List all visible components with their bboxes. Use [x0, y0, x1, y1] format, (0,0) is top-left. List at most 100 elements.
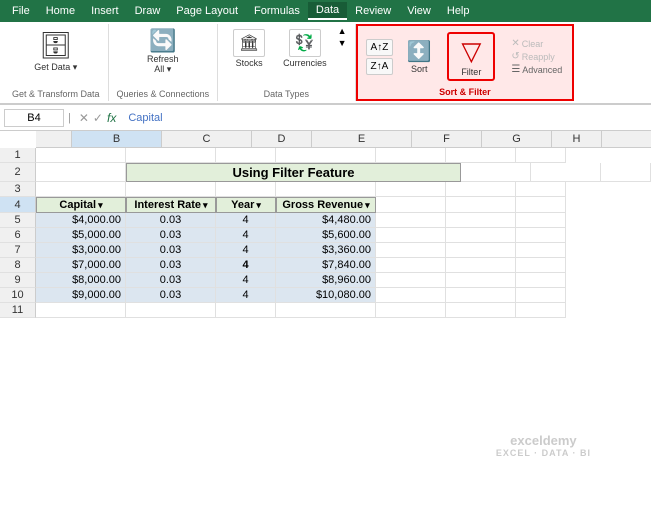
menu-data[interactable]: Data — [308, 2, 347, 20]
cell-b2[interactable] — [36, 163, 126, 182]
cell-c10[interactable]: 0.03 — [126, 288, 216, 303]
cell-b9[interactable]: $8,000.00 — [36, 273, 126, 288]
year-dropdown[interactable]: ▾ — [256, 200, 261, 211]
cell-b3[interactable] — [36, 182, 126, 197]
capital-dropdown[interactable]: ▾ — [98, 200, 103, 211]
sort-az-button[interactable]: A↑Z — [366, 39, 394, 56]
data-type-up[interactable]: ▲ — [338, 26, 347, 36]
cell-d1[interactable] — [216, 148, 276, 163]
cell-f1[interactable] — [376, 148, 446, 163]
interest-rate-dropdown[interactable]: ▾ — [203, 200, 208, 211]
cell-h2[interactable] — [601, 163, 651, 182]
cell-b1[interactable] — [36, 148, 126, 163]
data-type-down[interactable]: ▼ — [338, 38, 347, 48]
cell-e11[interactable] — [276, 303, 376, 318]
cell-h4[interactable] — [516, 197, 566, 213]
cell-b7[interactable]: $3,000.00 — [36, 243, 126, 258]
header-year[interactable]: Year ▾ — [216, 197, 276, 213]
menu-view[interactable]: View — [399, 3, 439, 19]
filter-button[interactable]: ▽ Filter — [447, 32, 495, 81]
cell-e8[interactable]: $7,840.00 — [276, 258, 376, 273]
cell-d10[interactable]: 4 — [216, 288, 276, 303]
cell-e1[interactable] — [276, 148, 376, 163]
cell-b10[interactable]: $9,000.00 — [36, 288, 126, 303]
header-interest-rate[interactable]: Interest Rate ▾ — [126, 197, 216, 213]
col-header-g[interactable]: G — [482, 131, 552, 147]
cell-d3[interactable] — [216, 182, 276, 197]
cell-c3[interactable] — [126, 182, 216, 197]
cell-ref-box[interactable]: B4 — [4, 109, 64, 127]
cell-f5[interactable] — [376, 213, 446, 228]
cell-f3[interactable] — [376, 182, 446, 197]
reapply-button[interactable]: ↺ Reapply — [509, 50, 564, 63]
cell-b6[interactable]: $5,000.00 — [36, 228, 126, 243]
cell-f4[interactable] — [376, 197, 446, 213]
cell-h5[interactable] — [516, 213, 566, 228]
formula-confirm-icon[interactable]: ✓ — [93, 111, 103, 125]
get-data-button[interactable]: 🗄 Get Data ▾ — [27, 26, 84, 76]
cell-d6[interactable]: 4 — [216, 228, 276, 243]
cell-e5[interactable]: $4,480.00 — [276, 213, 376, 228]
cell-e6[interactable]: $5,600.00 — [276, 228, 376, 243]
cell-g7[interactable] — [446, 243, 516, 258]
cell-h3[interactable] — [516, 182, 566, 197]
cell-g9[interactable] — [446, 273, 516, 288]
cell-c5[interactable]: 0.03 — [126, 213, 216, 228]
cell-g1[interactable] — [446, 148, 516, 163]
col-header-h[interactable]: H — [552, 131, 602, 147]
cell-d5[interactable]: 4 — [216, 213, 276, 228]
cell-d11[interactable] — [216, 303, 276, 318]
cell-b8[interactable]: $7,000.00 — [36, 258, 126, 273]
col-header-f[interactable]: F — [412, 131, 482, 147]
col-header-b[interactable]: B — [72, 131, 162, 147]
cell-g4[interactable] — [446, 197, 516, 213]
cell-h7[interactable] — [516, 243, 566, 258]
sort-za-button[interactable]: Z↑A — [366, 58, 394, 75]
cell-c1[interactable] — [126, 148, 216, 163]
formula-fx-icon[interactable]: fx — [107, 111, 116, 125]
cell-e3[interactable] — [276, 182, 376, 197]
cell-d8[interactable]: 4 — [216, 258, 276, 273]
clear-button[interactable]: ✕ Clear — [509, 37, 564, 50]
menu-formulas[interactable]: Formulas — [246, 3, 308, 19]
formula-cancel-icon[interactable]: ✕ — [79, 111, 89, 125]
cell-g5[interactable] — [446, 213, 516, 228]
header-capital[interactable]: Capital ▾ — [36, 197, 126, 213]
sort-button[interactable]: ↕️ Sort — [399, 36, 439, 77]
cell-b11[interactable] — [36, 303, 126, 318]
advanced-button[interactable]: ☰ Advanced — [509, 63, 564, 76]
cell-c9[interactable]: 0.03 — [126, 273, 216, 288]
cell-f8[interactable] — [376, 258, 446, 273]
cell-h1[interactable] — [516, 148, 566, 163]
cell-c8[interactable]: 0.03 — [126, 258, 216, 273]
cell-h9[interactable] — [516, 273, 566, 288]
menu-insert[interactable]: Insert — [83, 3, 127, 19]
cell-f11[interactable] — [376, 303, 446, 318]
menu-home[interactable]: Home — [38, 3, 83, 19]
menu-file[interactable]: File — [4, 3, 38, 19]
cell-h11[interactable] — [516, 303, 566, 318]
cell-h6[interactable] — [516, 228, 566, 243]
cell-c11[interactable] — [126, 303, 216, 318]
cell-h10[interactable] — [516, 288, 566, 303]
stocks-button[interactable]: 🏛 Stocks — [226, 26, 272, 71]
cell-b5[interactable]: $4,000.00 — [36, 213, 126, 228]
menu-review[interactable]: Review — [347, 3, 399, 19]
gross-revenue-dropdown[interactable]: ▾ — [365, 200, 370, 211]
col-header-e[interactable]: E — [312, 131, 412, 147]
cell-f10[interactable] — [376, 288, 446, 303]
cell-f7[interactable] — [376, 243, 446, 258]
cell-d9[interactable]: 4 — [216, 273, 276, 288]
cell-g11[interactable] — [446, 303, 516, 318]
col-header-c[interactable]: C — [162, 131, 252, 147]
menu-page-layout[interactable]: Page Layout — [168, 3, 246, 19]
cell-h8[interactable] — [516, 258, 566, 273]
cell-e7[interactable]: $3,360.00 — [276, 243, 376, 258]
cell-f9[interactable] — [376, 273, 446, 288]
cell-f6[interactable] — [376, 228, 446, 243]
cell-g10[interactable] — [446, 288, 516, 303]
cell-g2[interactable] — [531, 163, 601, 182]
cell-f2[interactable] — [461, 163, 531, 182]
cell-e9[interactable]: $8,960.00 — [276, 273, 376, 288]
cell-g6[interactable] — [446, 228, 516, 243]
